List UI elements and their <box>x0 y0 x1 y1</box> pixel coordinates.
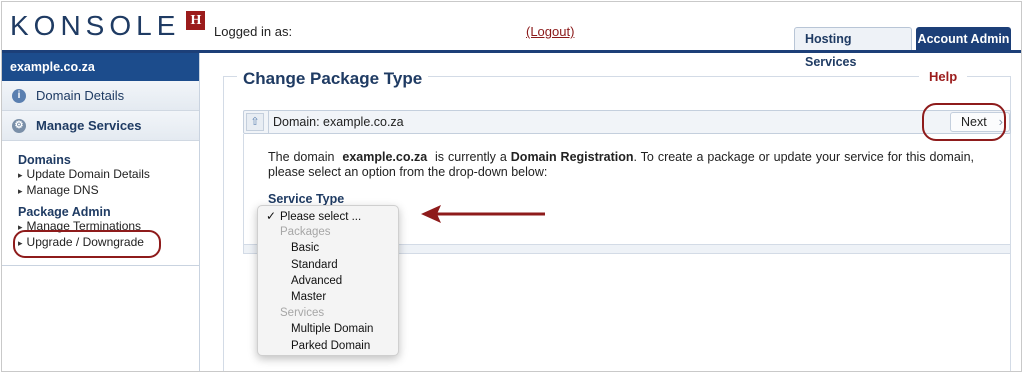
service-type-label: Service Type <box>268 192 345 206</box>
menu-link-update-domain-details[interactable]: Update Domain Details <box>18 167 199 183</box>
option-group-services: Services <box>280 307 325 320</box>
sidebar-domain-title: example.co.za <box>2 53 199 81</box>
arrow-up-icon[interactable]: ⇧ <box>246 113 264 131</box>
description-prefix: The domain <box>268 150 335 164</box>
option-multiple-domain[interactable]: Multiple Domain <box>258 321 398 337</box>
description-text: The domain example.co.za is currently a … <box>268 150 974 180</box>
annotation-arrow-icon <box>421 205 545 223</box>
app-window: KONSOLE H Logged in as: (Logout) Hosting… <box>1 1 1022 372</box>
info-icon: i <box>12 88 26 103</box>
menu-link-manage-dns[interactable]: Manage DNS <box>18 183 199 199</box>
description-domain: example.co.za <box>342 150 428 164</box>
description-service-kind: Domain Registration <box>510 150 634 164</box>
sidebar-menu: Domains Update Domain Details Manage DNS… <box>2 141 199 251</box>
tab-account-admin[interactable]: Account Admin <box>916 27 1011 51</box>
menu-heading-package-admin: Package Admin <box>18 205 111 219</box>
next-button[interactable]: Next › <box>950 112 1010 132</box>
checkmark-icon: ✓ <box>266 209 277 223</box>
konsole-logo[interactable]: KONSOLE H <box>10 10 206 42</box>
sidebar: example.co.za i Domain Details ⚙ Manage … <box>2 53 200 371</box>
logo-text: KONSOLE <box>10 10 181 41</box>
page-title: Change Package Type <box>237 69 429 89</box>
domain-bar: ⇧ Domain: example.co.za Next › <box>243 110 1011 134</box>
help-link[interactable]: Help <box>919 69 968 84</box>
option-advanced[interactable]: Advanced <box>258 273 398 289</box>
next-button-label: Next <box>961 115 987 129</box>
sidebar-item-label: Manage Services <box>36 118 142 133</box>
chevron-right-icon: › <box>998 114 1003 129</box>
sidebar-item-label: Domain Details <box>36 88 125 103</box>
logged-in-label: Logged in as: <box>214 24 293 39</box>
option-basic[interactable]: Basic <box>258 240 398 256</box>
menu-link-manage-terminations[interactable]: Manage Terminations <box>18 219 199 235</box>
service-type-dropdown[interactable]: ✓ Please select ... Packages Basic Standa… <box>257 205 399 356</box>
sidebar-divider <box>2 265 199 266</box>
sidebar-item-domain-details[interactable]: i Domain Details <box>2 81 199 111</box>
option-please-select[interactable]: ✓ Please select ... <box>258 208 398 224</box>
description-middle: is currently a <box>435 150 507 164</box>
domain-bar-label: Domain: example.co.za <box>268 111 404 133</box>
logout-link[interactable]: (Logout) <box>526 24 574 39</box>
option-standard[interactable]: Standard <box>258 257 398 273</box>
option-group-packages: Packages <box>280 226 331 239</box>
option-label: Please select ... <box>280 211 362 223</box>
option-parked-domain[interactable]: Parked Domain <box>258 338 398 354</box>
tab-hosting-services[interactable]: Hosting Services <box>794 27 912 69</box>
menu-link-upgrade-downgrade[interactable]: Upgrade / Downgrade <box>18 235 199 251</box>
sidebar-item-manage-services[interactable]: ⚙ Manage Services <box>2 111 199 141</box>
gear-icon: ⚙ <box>12 118 26 133</box>
option-master[interactable]: Master <box>258 289 398 305</box>
logo-badge: H <box>186 11 206 30</box>
menu-heading-domains: Domains <box>18 153 71 167</box>
